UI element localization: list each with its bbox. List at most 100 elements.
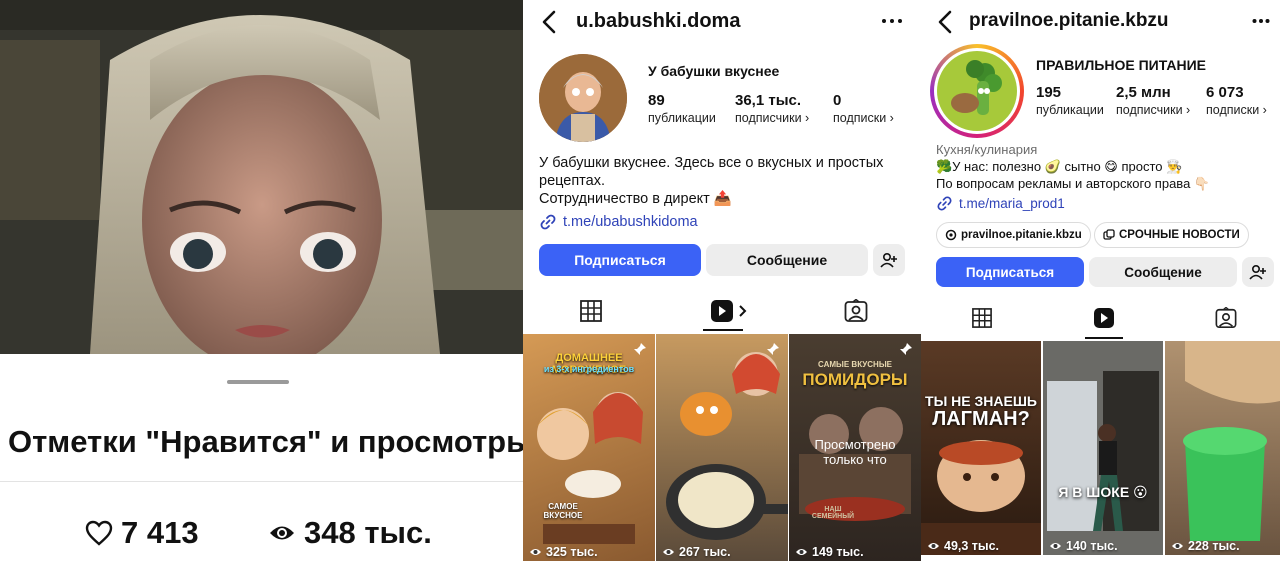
followers-label: подписчики › <box>735 111 810 125</box>
profile-username: pravilnoe.pitanie.kbzu <box>969 10 1169 31</box>
post-thumbnail[interactable]: ДОМАШНЕЕ МОРОЖЕНОЕ из 3-х ингредиентов С… <box>523 334 655 561</box>
divider <box>0 481 523 482</box>
suggest-users-button[interactable] <box>873 244 905 276</box>
post-overlay-line1: Я В ШОКЕ 😮 <box>1058 484 1148 500</box>
following-count: 6 073 <box>1206 84 1244 101</box>
stat-following[interactable]: 0 подписки › <box>833 92 894 125</box>
threads-chip-label: pravilnoe.pitanie.kbzu <box>961 229 1082 241</box>
profile-pravilnoe-pitanie: pravilnoe.pitanie.kbzu ПРАВИЛЬНОЕ ПИТАНИ… <box>921 0 1280 561</box>
pin-icon <box>634 343 646 355</box>
post-thumbnail[interactable]: 267 тыс. <box>656 334 788 561</box>
channel-chip[interactable]: СРОЧНЫЕ НОВОСТИ <box>1094 222 1249 248</box>
profile-display-name: ПРАВИЛЬНОЕ ПИТАНИЕ <box>1036 57 1206 73</box>
back-arrow-icon[interactable] <box>541 10 557 34</box>
stat-followers[interactable]: 2,5 млн подписчики › <box>1116 84 1190 117</box>
tab-tagged[interactable] <box>844 299 868 323</box>
tab-tagged[interactable] <box>1215 307 1237 329</box>
post-overlay-note: НАШ СЕМЕЙНЫЙ <box>811 506 855 520</box>
tab-reels[interactable] <box>710 299 750 323</box>
post-views-count: 325 тыс. <box>546 545 598 559</box>
back-arrow-icon[interactable] <box>937 10 953 34</box>
post-thumbnail[interactable]: ТЫ НЕ ЗНАЕШЬ ЛАГМАН? 49,3 тыс. <box>921 341 1041 555</box>
views-stat: 348 тыс. <box>268 515 432 551</box>
likes-stat: 7 413 <box>85 515 199 551</box>
heart-icon <box>85 520 113 546</box>
threads-chip[interactable]: pravilnoe.pitanie.kbzu <box>936 222 1091 248</box>
post-overlay-subtitle: САМЫЕ ВКУСНЫЕ <box>818 360 892 369</box>
more-options-icon[interactable] <box>881 16 903 26</box>
reel-preview-image <box>0 0 523 354</box>
bio-line: По вопросам рекламы и авторского права 👇… <box>936 176 1211 191</box>
stat-posts: 195 публикации <box>1036 84 1104 117</box>
post-views-count: 228 тыс. <box>1188 539 1240 553</box>
threads-icon <box>945 229 957 241</box>
message-button[interactable]: Сообщение <box>1089 257 1237 287</box>
channel-chip-label: СРОЧНЫЕ НОВОСТИ <box>1119 229 1240 241</box>
profile-link-text: t.me/ubabushkidoma <box>563 214 698 230</box>
post-views-count: 49,3 тыс. <box>944 539 1000 553</box>
post-thumbnail[interactable]: САМЫЕ ВКУСНЫЕ ПОМИДОРЫ Просмотрено тольк… <box>789 334 921 561</box>
more-options-icon[interactable] <box>1252 16 1270 26</box>
stat-following[interactable]: 6 073 подписки › <box>1206 84 1267 117</box>
post-views-count: 267 тыс. <box>679 545 731 559</box>
add-person-icon <box>880 252 897 268</box>
watched-label: Просмотрено <box>814 437 896 452</box>
post-views: 149 тыс. <box>795 545 864 559</box>
watched-time: только что <box>823 452 887 467</box>
post-thumbnail[interactable]: 228 тыс. <box>1165 341 1280 555</box>
followers-count: 36,1 тыс. <box>735 92 802 109</box>
followers-count: 2,5 млн <box>1116 84 1171 101</box>
post-overlay-title: ПОМИДОРЫ <box>802 370 908 389</box>
eye-icon <box>270 526 294 540</box>
stat-followers[interactable]: 36,1 тыс. подписчики › <box>735 92 809 125</box>
follow-button[interactable]: Подписаться <box>936 257 1084 287</box>
post-views: 140 тыс. <box>1049 539 1118 553</box>
likes-count: 7 413 <box>121 515 199 550</box>
following-label: подписки › <box>1206 103 1267 117</box>
stat-posts: 89 публикации <box>648 92 716 125</box>
profile-username: u.babushki.doma <box>576 10 741 32</box>
post-overlay-line2: ЛАГМАН? <box>932 408 1030 430</box>
post-views: 49,3 тыс. <box>927 539 999 553</box>
eye-icon <box>1050 543 1061 549</box>
tab-active-indicator <box>1085 337 1123 339</box>
post-thumbnail[interactable]: Я В ШОКЕ 😮 140 тыс. <box>1043 341 1163 555</box>
likes-views-sheet: Отметки "Нравится" и просмотры 7 413 348… <box>0 0 523 561</box>
bio-line: рецептах. <box>539 173 606 189</box>
posts-label: публикации <box>648 111 716 125</box>
message-button[interactable]: Сообщение <box>706 244 868 276</box>
post-overlay-line1: ТЫ НЕ ЗНАЕШЬ <box>925 393 1037 409</box>
pin-icon <box>767 343 779 355</box>
eye-icon <box>663 549 674 555</box>
profile-link-text: t.me/maria_prod1 <box>959 196 1065 211</box>
channel-icon <box>1103 229 1115 240</box>
add-person-icon <box>1249 264 1266 280</box>
profile-avatar-story-ring[interactable] <box>930 44 1024 138</box>
bio-line: У бабушки вкуснее. Здесь все о вкусных и… <box>539 155 884 171</box>
profile-link[interactable]: t.me/maria_prod1 <box>936 195 1065 212</box>
post-views: 228 тыс. <box>1171 539 1240 553</box>
sheet-drag-handle[interactable] <box>227 380 289 384</box>
views-count: 348 тыс. <box>304 515 432 550</box>
tab-grid[interactable] <box>580 300 602 322</box>
eye-icon <box>1172 543 1183 549</box>
profile-avatar[interactable] <box>539 54 627 142</box>
posts-count: 195 <box>1036 84 1062 101</box>
link-icon <box>540 214 556 230</box>
link-icon <box>937 196 952 211</box>
suggest-users-button[interactable] <box>1242 257 1274 287</box>
tab-reels[interactable] <box>1093 307 1115 329</box>
post-overlay-subtitle: из 3-х ингредиентов <box>543 364 635 374</box>
post-views: 267 тыс. <box>662 545 731 559</box>
tab-grid[interactable] <box>972 308 992 328</box>
eye-icon <box>928 543 939 549</box>
post-overlay-note: САМОЕ ВКУСНОЕ <box>543 502 583 520</box>
posts-count: 89 <box>648 92 665 109</box>
eye-icon <box>796 549 807 555</box>
profile-category: Кухня/кулинария <box>936 142 1038 157</box>
followers-label: подписчики › <box>1116 103 1191 117</box>
posts-label: публикации <box>1036 103 1104 117</box>
profile-link[interactable]: t.me/ubabushkidoma <box>539 213 698 231</box>
follow-button[interactable]: Подписаться <box>539 244 701 276</box>
profile-u-babushki: u.babushki.doma У бабушки вкуснее 89 пуб… <box>523 0 921 561</box>
